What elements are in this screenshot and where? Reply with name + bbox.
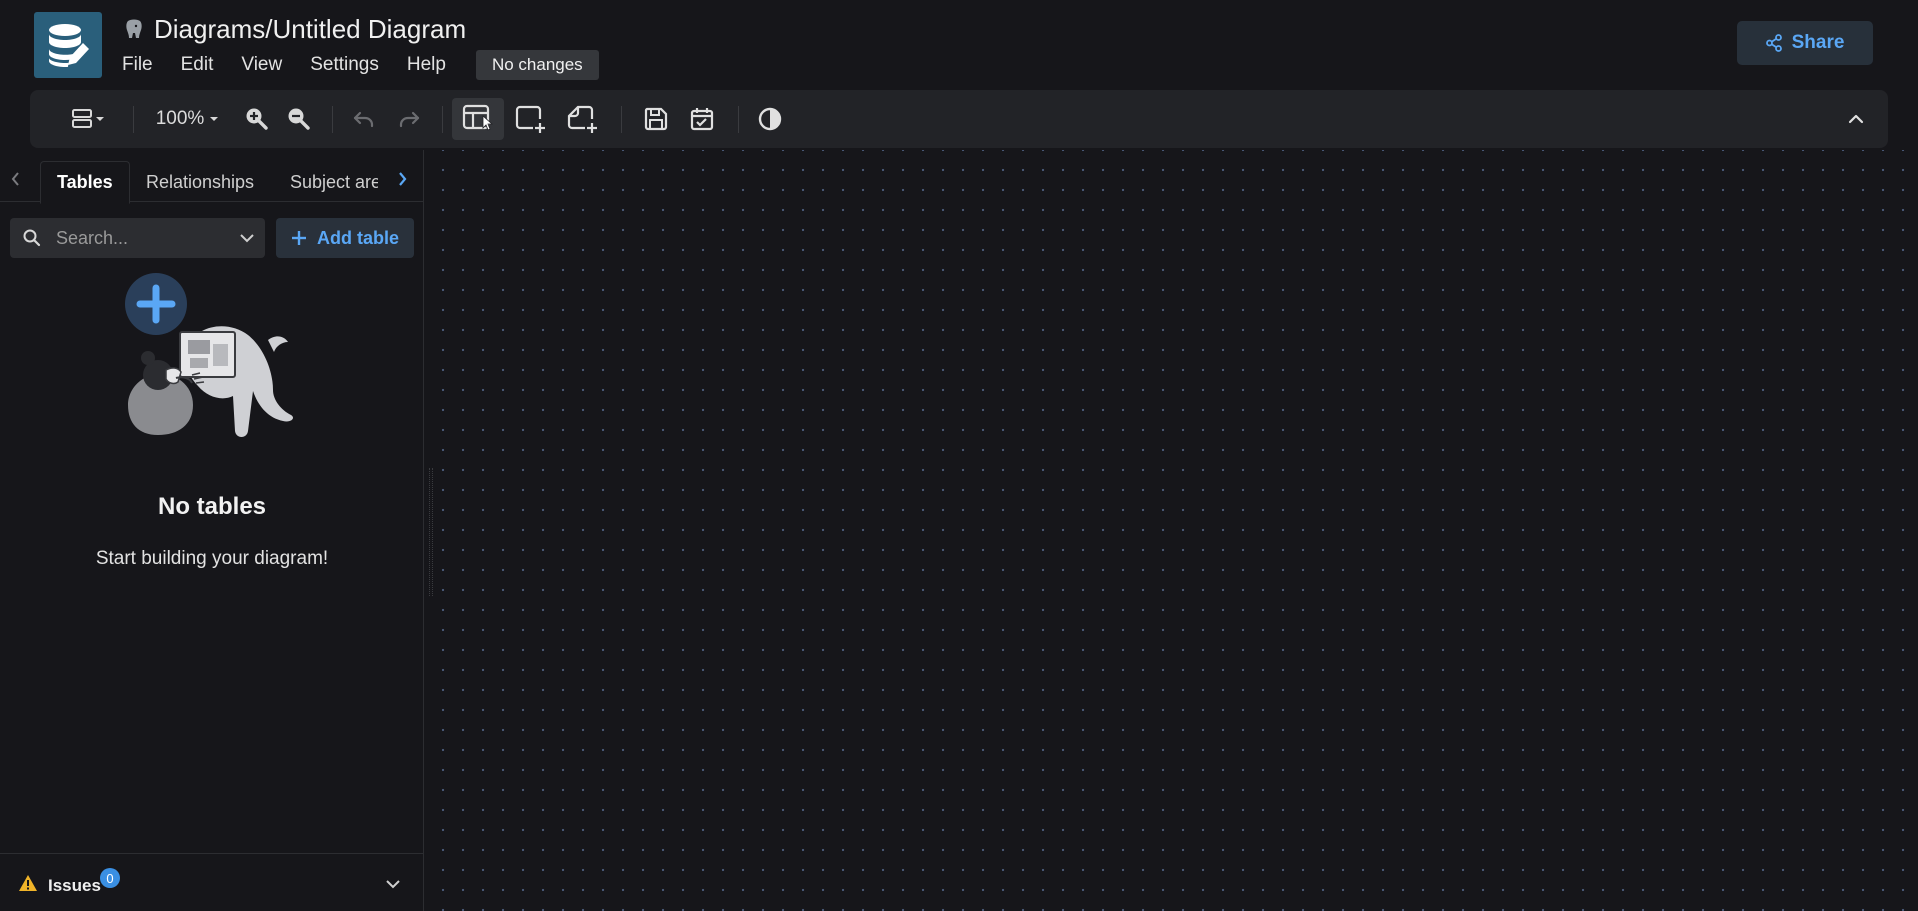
menu-file[interactable]: File bbox=[122, 54, 153, 76]
chevron-down-icon[interactable] bbox=[384, 878, 402, 890]
tabs-scroll-right-button[interactable] bbox=[396, 170, 408, 193]
share-button[interactable]: Share bbox=[1737, 21, 1873, 65]
issues-label: Issues bbox=[48, 876, 101, 895]
undo-icon bbox=[353, 111, 374, 128]
sidebar: Tables Relationships Subject areas Add t… bbox=[0, 150, 424, 911]
zoom-out-icon bbox=[288, 108, 310, 130]
diagram-title[interactable]: Diagrams/Untitled Diagram bbox=[154, 14, 466, 45]
menu-help[interactable]: Help bbox=[407, 54, 446, 76]
add-table-label: Add table bbox=[316, 227, 399, 248]
plus-icon bbox=[291, 231, 306, 245]
search-input[interactable] bbox=[56, 227, 226, 249]
tab-subject-areas-label: Subject areas bbox=[290, 171, 378, 192]
issues-panel[interactable]: Issues 0 bbox=[0, 853, 424, 911]
empty-state-title: No tables bbox=[157, 493, 267, 520]
app-header: Diagrams/Untitled Diagram File Edit View… bbox=[0, 0, 1918, 88]
postgres-elephant-icon bbox=[126, 19, 142, 38]
sidebar-tabs: Tables Relationships Subject areas bbox=[0, 156, 424, 204]
todo-icon bbox=[690, 108, 714, 131]
toolbar-divider bbox=[621, 106, 622, 133]
layout-dropdown[interactable] bbox=[62, 90, 114, 148]
database-edit-icon bbox=[49, 24, 89, 67]
layout-icon bbox=[72, 109, 104, 128]
menu-bar: File Edit View Settings Help No changes bbox=[122, 50, 599, 80]
diagram-canvas[interactable] bbox=[425, 150, 1918, 911]
empty-state-description: Start building your diagram! bbox=[95, 548, 329, 569]
toolbar-divider bbox=[133, 106, 134, 133]
add-table-button[interactable]: Add table bbox=[276, 218, 414, 258]
app-logo[interactable] bbox=[34, 12, 102, 78]
tab-relationships[interactable]: Relationships bbox=[146, 161, 254, 203]
add-table-icon bbox=[462, 104, 494, 131]
menu-settings[interactable]: Settings bbox=[310, 54, 379, 76]
chevron-up-icon bbox=[1848, 114, 1864, 124]
tab-relationships-label: Relationships bbox=[146, 171, 255, 192]
menu-view[interactable]: View bbox=[241, 54, 282, 76]
add-table-toolbar-button[interactable] bbox=[452, 98, 504, 140]
toolbar-divider bbox=[332, 106, 333, 133]
search-box[interactable] bbox=[10, 218, 265, 258]
zoom-in-icon bbox=[246, 108, 268, 130]
theme-toggle-button[interactable] bbox=[750, 90, 790, 148]
tabs-scroll-left-button[interactable] bbox=[10, 170, 22, 193]
toolbar: 100% bbox=[30, 90, 1888, 148]
theme-toggle-icon bbox=[758, 107, 782, 131]
save-icon bbox=[644, 107, 668, 131]
tab-tables-label: Tables bbox=[57, 172, 113, 192]
todo-button[interactable] bbox=[682, 90, 722, 148]
redo-button[interactable] bbox=[392, 90, 426, 148]
add-note-button[interactable] bbox=[560, 90, 606, 148]
share-label: Share bbox=[1791, 32, 1845, 53]
tab-subject-areas[interactable]: Subject areas bbox=[290, 161, 378, 203]
empty-state-illustration bbox=[118, 270, 308, 465]
collapse-toolbar-button[interactable] bbox=[1838, 90, 1874, 148]
save-button[interactable] bbox=[636, 90, 676, 148]
chevron-left-icon bbox=[11, 172, 19, 186]
toolbar-divider bbox=[738, 106, 739, 133]
tab-tables[interactable]: Tables bbox=[40, 161, 130, 204]
zoom-in-button[interactable] bbox=[240, 90, 274, 148]
toolbar-divider bbox=[442, 106, 443, 133]
warning-icon bbox=[19, 875, 37, 891]
undo-button[interactable] bbox=[347, 90, 381, 148]
add-area-button[interactable] bbox=[508, 90, 554, 148]
chevron-down-icon bbox=[210, 117, 219, 121]
redo-icon bbox=[399, 111, 420, 128]
chevron-down-icon[interactable] bbox=[238, 232, 256, 244]
sidebar-resize-handle[interactable] bbox=[429, 468, 433, 596]
zoom-dropdown[interactable]: 100% bbox=[152, 90, 224, 148]
issues-count-badge: 0 bbox=[100, 868, 120, 888]
zoom-level: 100% bbox=[155, 108, 205, 129]
title-row: Diagrams/Untitled Diagram bbox=[122, 14, 466, 45]
save-status-badge: No changes bbox=[475, 50, 599, 80]
chevron-right-icon bbox=[399, 172, 407, 186]
add-note-icon bbox=[567, 105, 597, 133]
add-area-icon bbox=[515, 105, 545, 133]
zoom-out-button[interactable] bbox=[282, 90, 316, 148]
search-icon bbox=[23, 229, 41, 247]
share-icon bbox=[1765, 34, 1782, 52]
menu-edit[interactable]: Edit bbox=[181, 54, 214, 76]
